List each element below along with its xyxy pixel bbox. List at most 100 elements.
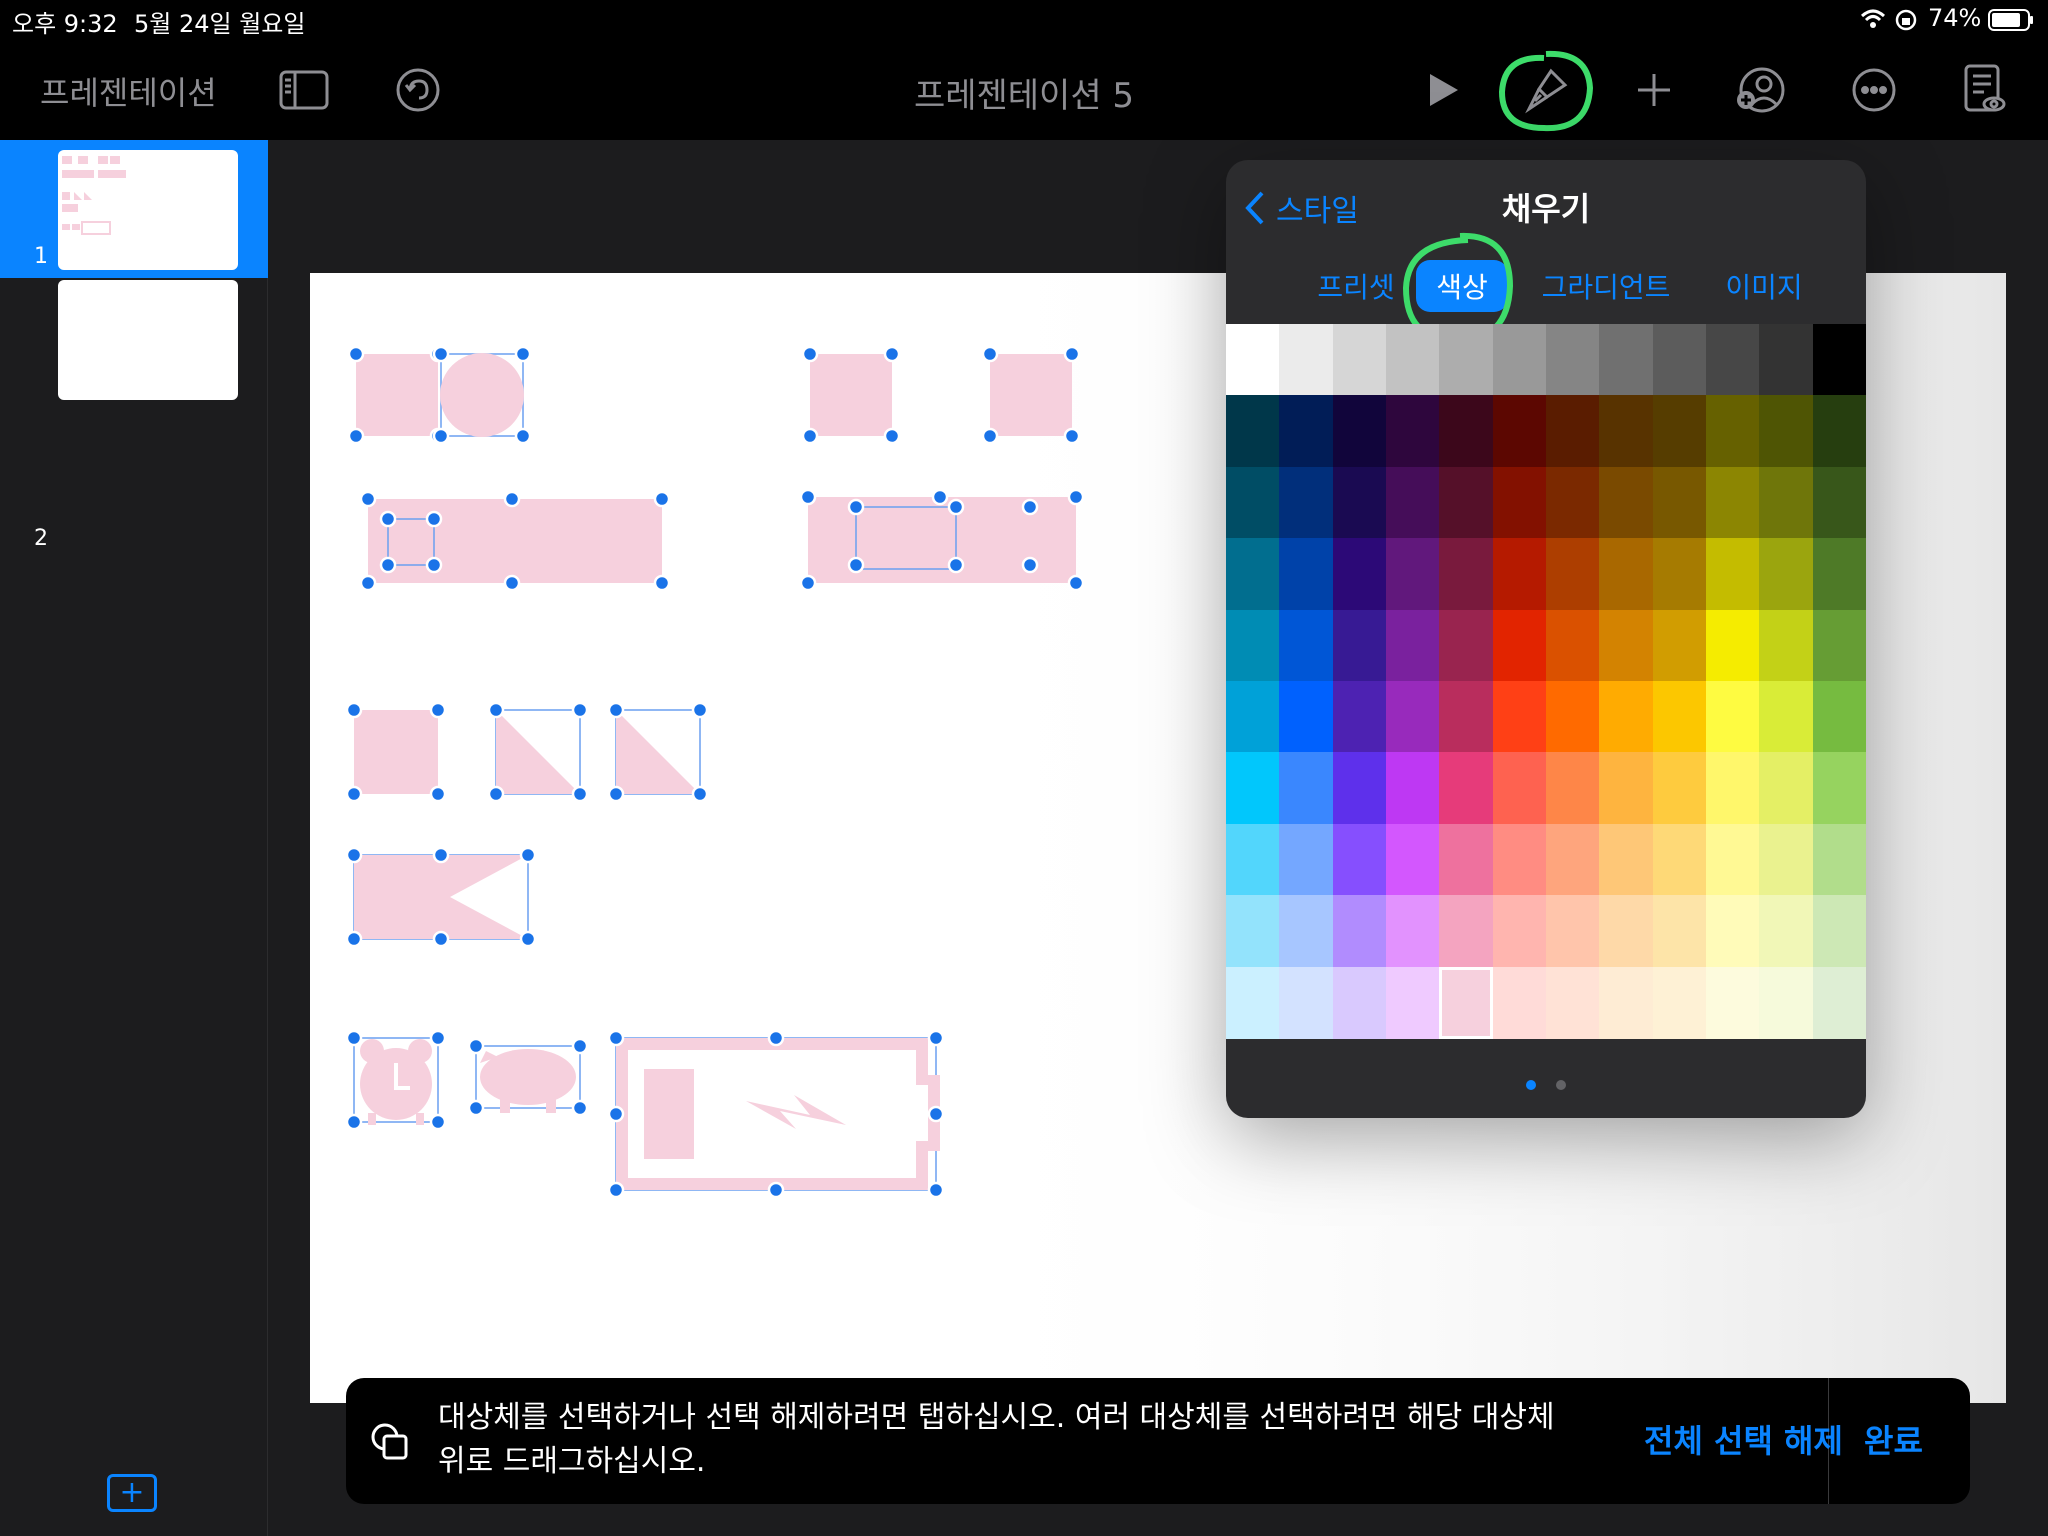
color-swatch[interactable] <box>1546 538 1600 611</box>
color-swatch[interactable] <box>1279 752 1334 825</box>
color-swatch[interactable] <box>1546 752 1600 825</box>
more-button[interactable] <box>1846 64 1902 116</box>
color-swatch[interactable] <box>1226 538 1280 611</box>
color-swatch[interactable] <box>1439 752 1494 825</box>
color-swatch[interactable] <box>1812 395 1866 468</box>
color-swatch[interactable] <box>1652 466 1707 539</box>
color-swatch[interactable] <box>1652 752 1707 825</box>
color-swatch[interactable] <box>1386 395 1440 468</box>
color-swatch[interactable] <box>1439 609 1494 682</box>
color-swatch[interactable] <box>1599 966 1654 1039</box>
slide-thumbnail-2[interactable]: 2 <box>0 280 268 551</box>
color-swatch[interactable] <box>1386 324 1440 396</box>
color-swatch[interactable] <box>1759 538 1814 611</box>
deselect-all-button[interactable]: 전체 선택 해제 <box>1644 1416 1843 1462</box>
color-swatch[interactable] <box>1652 395 1707 468</box>
triangle-shape[interactable] <box>615 709 701 795</box>
color-swatch[interactable] <box>1226 466 1280 539</box>
color-swatch[interactable] <box>1812 752 1866 825</box>
color-swatch[interactable] <box>1439 324 1494 396</box>
color-swatch[interactable] <box>1652 538 1707 611</box>
color-swatch[interactable] <box>1812 324 1866 396</box>
color-swatch[interactable] <box>1226 823 1280 896</box>
color-swatch[interactable] <box>1706 609 1760 682</box>
color-swatch[interactable] <box>1706 538 1760 611</box>
color-swatch[interactable] <box>1759 752 1814 825</box>
color-swatch[interactable] <box>1652 895 1707 968</box>
color-swatch[interactable] <box>1812 466 1866 539</box>
color-swatch[interactable] <box>1492 752 1547 825</box>
color-swatch[interactable] <box>1706 966 1760 1039</box>
square-shape[interactable] <box>810 354 892 436</box>
square-shape[interactable] <box>356 354 438 436</box>
color-swatch[interactable] <box>1599 324 1654 396</box>
collaborate-button[interactable] <box>1732 64 1788 116</box>
color-swatch[interactable] <box>1386 823 1440 896</box>
color-swatch[interactable] <box>1226 681 1280 753</box>
color-swatch[interactable] <box>1332 538 1387 611</box>
color-swatch[interactable] <box>1386 752 1440 825</box>
color-swatch[interactable] <box>1759 895 1814 968</box>
alarm-clock-shape[interactable] <box>353 1037 439 1125</box>
color-swatch[interactable] <box>1706 681 1760 753</box>
color-swatch[interactable] <box>1599 681 1654 753</box>
insert-button[interactable] <box>1626 64 1682 116</box>
color-swatch[interactable] <box>1386 966 1440 1039</box>
color-swatch[interactable] <box>1492 538 1547 611</box>
color-swatch[interactable] <box>1439 466 1494 539</box>
color-swatch[interactable] <box>1439 823 1494 896</box>
color-swatch[interactable] <box>1492 324 1547 396</box>
color-swatch[interactable] <box>1492 681 1547 753</box>
triangle-shape[interactable] <box>495 709 581 795</box>
color-swatch[interactable] <box>1599 823 1654 896</box>
color-swatch[interactable] <box>1279 681 1334 753</box>
color-swatch[interactable] <box>1279 538 1334 611</box>
color-swatch[interactable] <box>1279 895 1334 968</box>
circle-shape[interactable] <box>440 353 524 437</box>
color-swatch[interactable] <box>1279 395 1334 468</box>
color-swatch[interactable] <box>1759 681 1814 753</box>
color-swatch[interactable] <box>1386 466 1440 539</box>
square-shape[interactable] <box>990 354 1072 436</box>
color-swatch[interactable] <box>1812 538 1866 611</box>
color-swatch[interactable] <box>1812 895 1866 968</box>
done-button[interactable]: 완료 <box>1864 1416 1923 1462</box>
color-swatch-selected[interactable] <box>1439 966 1494 1039</box>
color-swatch[interactable] <box>1706 395 1760 468</box>
color-swatch[interactable] <box>1759 966 1814 1039</box>
color-swatch[interactable] <box>1759 823 1814 896</box>
color-swatch[interactable] <box>1652 823 1707 896</box>
color-swatch[interactable] <box>1706 895 1760 968</box>
color-swatch[interactable] <box>1226 895 1280 968</box>
color-swatch[interactable] <box>1226 966 1280 1039</box>
color-swatch[interactable] <box>1439 681 1494 753</box>
color-swatch[interactable] <box>1812 823 1866 896</box>
tab-image[interactable]: 이미지 <box>1704 260 1824 312</box>
presentations-back-button[interactable]: 프레젠테이션 <box>40 68 217 114</box>
page-dot-active[interactable] <box>1526 1080 1536 1090</box>
color-swatch[interactable] <box>1812 609 1866 682</box>
color-swatch[interactable] <box>1706 752 1760 825</box>
square-shape[interactable] <box>354 710 438 794</box>
color-swatch[interactable] <box>1492 895 1547 968</box>
color-swatch[interactable] <box>1492 466 1547 539</box>
slide-navigator-button[interactable] <box>276 64 332 116</box>
color-swatch[interactable] <box>1226 752 1280 825</box>
color-swatch[interactable] <box>1812 966 1866 1039</box>
color-swatch[interactable] <box>1599 466 1654 539</box>
color-swatch[interactable] <box>1332 324 1387 396</box>
color-swatch[interactable] <box>1706 466 1760 539</box>
color-swatch[interactable] <box>1279 466 1334 539</box>
play-button[interactable] <box>1414 64 1470 116</box>
color-swatch[interactable] <box>1332 823 1387 896</box>
color-swatch[interactable] <box>1599 538 1654 611</box>
color-swatch[interactable] <box>1226 324 1280 396</box>
reading-view-button[interactable] <box>1956 64 2012 116</box>
color-swatch[interactable] <box>1599 752 1654 825</box>
color-swatch[interactable] <box>1386 538 1440 611</box>
page-dot[interactable] <box>1556 1080 1566 1090</box>
color-swatch[interactable] <box>1759 324 1814 396</box>
color-swatch[interactable] <box>1546 395 1600 468</box>
slide-thumbnail-1[interactable]: 1 <box>0 140 268 278</box>
color-swatch[interactable] <box>1439 895 1494 968</box>
